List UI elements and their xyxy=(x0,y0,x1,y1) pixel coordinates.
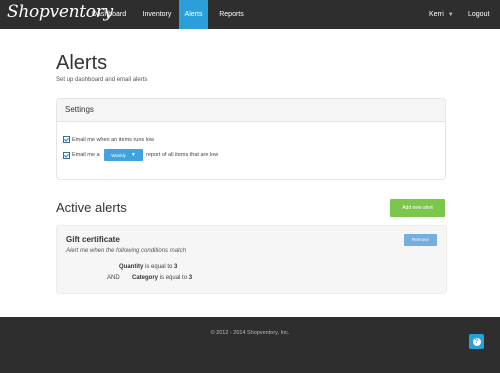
report-email-option: Email me a Weekly ▼ report of all items … xyxy=(63,149,218,161)
chevron-down-icon: ▼ xyxy=(447,12,454,18)
alert-name: Gift certificate xyxy=(66,235,120,244)
settings-header: Settings xyxy=(57,99,445,122)
copyright-text: © 2012 - 2014 Shopventory, Inc. xyxy=(210,330,290,336)
condition-field: Quantity xyxy=(119,264,146,270)
frequency-value: Weekly xyxy=(111,152,126,158)
nav-alerts[interactable]: Alerts xyxy=(179,0,208,29)
remove-alert-button[interactable]: Remove xyxy=(404,234,437,246)
help-button[interactable]: ? xyxy=(469,334,484,349)
page-subtitle: Set up dashboard and email alerts xyxy=(56,77,148,83)
condition-joiner: AND xyxy=(107,275,120,281)
report-checkbox[interactable] xyxy=(63,151,70,159)
user-name: Kerri xyxy=(429,11,444,18)
nav-inventory[interactable]: Inventory xyxy=(136,0,178,29)
condition-operator: is equal to xyxy=(145,264,175,270)
report-label-suffix: report of all items that are low xyxy=(146,152,219,158)
user-menu[interactable]: Kerri ▼ xyxy=(429,0,454,29)
report-label-prefix: Email me a xyxy=(72,152,102,158)
frequency-select[interactable]: Weekly ▼ xyxy=(104,149,144,161)
low-stock-email-option: Email me when an items runs low xyxy=(63,136,154,143)
chevron-down-icon: ▼ xyxy=(130,152,136,158)
low-stock-checkbox[interactable] xyxy=(63,136,70,143)
alert-description: Alert me when the following conditions m… xyxy=(66,248,187,254)
condition-operator: is equal to xyxy=(159,275,189,281)
nav-reports[interactable]: Reports xyxy=(213,0,250,29)
condition-field: Category xyxy=(132,275,160,281)
top-nav: Shopventory Dashboard Inventory Alerts R… xyxy=(0,0,500,29)
condition-value: 3 xyxy=(188,275,193,281)
condition-row: Quantity is equal to 3 xyxy=(119,264,177,270)
condition-value: 3 xyxy=(174,264,178,270)
alert-card: Gift certificate Alert me when the follo… xyxy=(56,225,447,294)
low-stock-label: Email me when an items runs low xyxy=(72,136,154,143)
active-alerts-title: Active alerts xyxy=(56,200,127,215)
page-title: Alerts xyxy=(56,52,108,74)
footer: © 2012 - 2014 Shopventory, Inc. ? xyxy=(0,317,500,373)
logout-link[interactable]: Logout xyxy=(468,0,489,29)
settings-title: Settings xyxy=(65,105,94,114)
add-alert-button[interactable]: Add new alert xyxy=(390,199,445,217)
settings-panel: Settings Email me when an items runs low… xyxy=(56,98,446,180)
condition-row: Category is equal to 3 xyxy=(132,275,192,281)
nav-dashboard[interactable]: Dashboard xyxy=(85,0,133,29)
question-icon: ? xyxy=(472,337,481,346)
